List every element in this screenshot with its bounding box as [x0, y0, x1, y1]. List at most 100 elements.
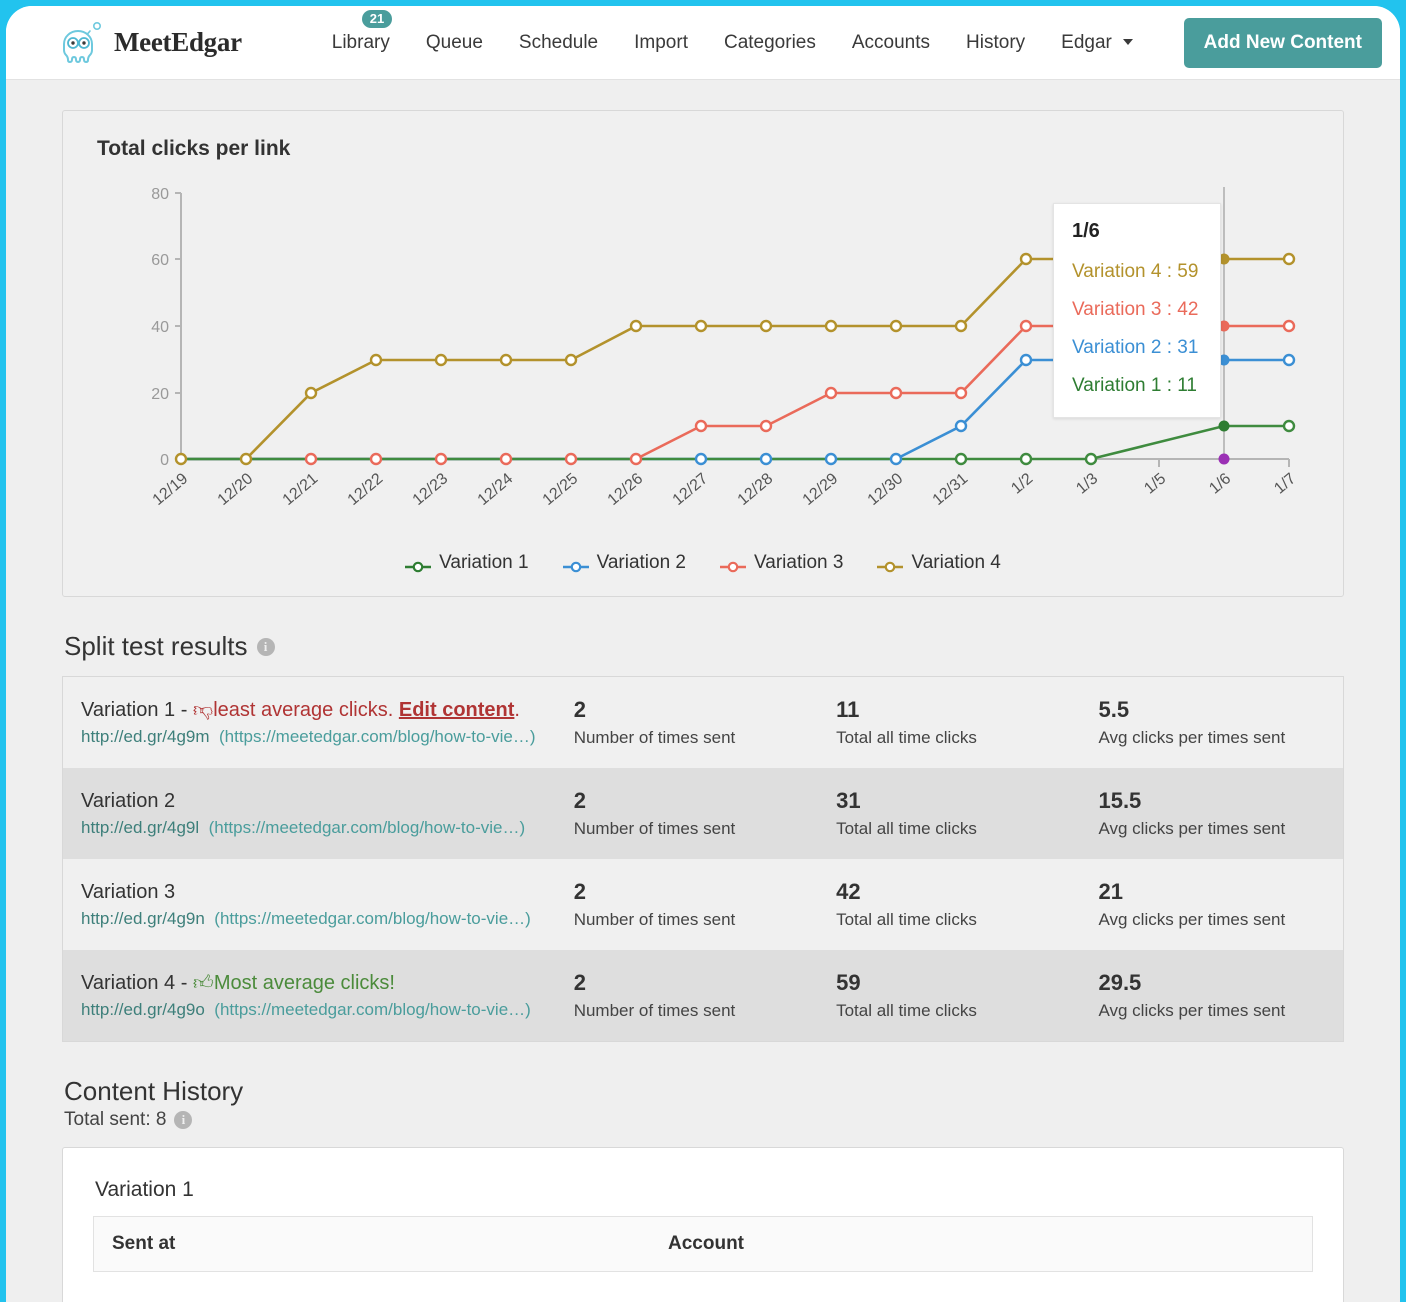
total-clicks-value: 31 [836, 788, 861, 813]
clicks-line-chart[interactable]: 80 60 40 20 0 12/19 12/20 12/21 12/22 12… [93, 175, 1315, 555]
legend-label: Variation 2 [596, 552, 686, 573]
page-content: Total clicks per link 80 60 40 20 0 12/1… [6, 80, 1400, 1302]
svg-text:12/30: 12/30 [865, 470, 907, 509]
variation-info: Variation 4 - 👍︎Most average clicks! htt… [81, 971, 574, 1020]
split-test-results-table: Variation 1 - 👎︎least average clicks. Ed… [62, 676, 1344, 1042]
nav-item-accounts-label: Accounts [851, 31, 931, 53]
avg-clicks-label: Avg clicks per times sent [1098, 1001, 1286, 1020]
total-clicks-label: Total all time clicks [836, 1001, 977, 1020]
legend-label: Variation 3 [754, 552, 844, 573]
times-sent-stat: 2 Number of times sent [574, 788, 836, 839]
add-new-content-button[interactable]: Add New Content [1183, 17, 1382, 68]
tooltip-row-variation-1: Variation 1 : 11 [1072, 375, 1197, 396]
avg-clicks-value: 29.5 [1098, 970, 1142, 995]
split-test-heading: Split test results i [64, 631, 1344, 662]
edit-content-link[interactable]: Edit content [399, 699, 515, 721]
table-row: Variation 4 - 👍︎Most average clicks! htt… [63, 950, 1343, 1041]
nav-item-library[interactable]: Library 21 [328, 9, 408, 60]
brand-name: MeetEdgar [114, 27, 242, 57]
chart-legend: Variation 1 Variation 2 Variation 3 Vari… [63, 552, 1343, 574]
svg-text:1/7: 1/7 [1271, 470, 1299, 497]
nav-item-queue[interactable]: Queue [408, 26, 501, 60]
tooltip-row-variation-4: Variation 4 : 59 [1072, 261, 1199, 282]
legend-label: Variation 4 [911, 552, 1001, 573]
times-sent-stat: 2 Number of times sent [574, 879, 836, 930]
avg-clicks-value: 21 [1098, 879, 1123, 904]
svg-text:12/28: 12/28 [735, 470, 777, 509]
avg-clicks-stat: 15.5 Avg clicks per times sent [1098, 788, 1325, 839]
column-header-sent-at: Sent at [112, 1233, 176, 1254]
nav-item-schedule[interactable]: Schedule [501, 26, 616, 60]
nav-item-accounts[interactable]: Accounts [834, 26, 948, 60]
table-row: Variation 2 http://ed.gr/4g9l (https://m… [63, 768, 1343, 859]
svg-text:12/20: 12/20 [215, 470, 257, 509]
svg-text:12/19: 12/19 [150, 470, 192, 509]
times-sent-label: Number of times sent [573, 1001, 736, 1020]
tooltip-date: 1/6 [1072, 220, 1100, 242]
variation-name-label: Variation 4 - [81, 972, 193, 994]
total-clicks-value: 11 [836, 697, 860, 722]
info-icon[interactable]: i [174, 1111, 193, 1129]
variation-status-text: Most average clicks! [213, 972, 395, 994]
avg-clicks-label: Avg clicks per times sent [1098, 910, 1286, 929]
legend-item-variation-1[interactable]: Variation 1 [405, 552, 529, 574]
svg-text:12/26: 12/26 [605, 470, 647, 509]
svg-text:12/23: 12/23 [410, 470, 452, 509]
legend-marker-icon [405, 557, 432, 573]
avg-clicks-label: Avg clicks per times sent [1098, 728, 1286, 747]
legend-item-variation-4[interactable]: Variation 4 [877, 552, 1001, 574]
avg-clicks-stat: 21 Avg clicks per times sent [1098, 879, 1325, 930]
svg-text:1/6: 1/6 [1206, 470, 1234, 497]
times-sent-label: Number of times sent [573, 819, 736, 838]
total-clicks-label: Total all time clicks [836, 819, 977, 838]
total-clicks-stat: 42 Total all time clicks [836, 879, 1098, 930]
legend-marker-icon [877, 557, 904, 573]
avg-clicks-value: 15.5 [1098, 788, 1142, 813]
total-clicks-stat: 31 Total all time clicks [836, 788, 1098, 839]
variation-name-label: Variation 1 - [81, 699, 193, 721]
browser-window: MeetEdgar Library 21 Queue Schedule Impo… [6, 6, 1400, 1302]
library-count-badge: 21 [361, 9, 393, 28]
svg-text:12/24: 12/24 [475, 470, 517, 509]
info-icon[interactable]: i [256, 637, 275, 656]
history-variation-label: Variation 1 [95, 1178, 194, 1201]
avg-clicks-stat: 29.5 Avg clicks per times sent [1098, 970, 1325, 1021]
tooltip-row-variation-2: Variation 2 : 31 [1072, 337, 1199, 358]
variation-name-label: Variation 2 [81, 789, 176, 812]
legend-item-variation-3[interactable]: Variation 3 [720, 552, 843, 574]
variation-info: Variation 3 http://ed.gr/4g9n (https://m… [81, 881, 574, 929]
avg-clicks-stat: 5.5 Avg clicks per times sent [1098, 697, 1325, 748]
times-sent-stat: 2 Number of times sent [574, 697, 836, 748]
logo[interactable]: MeetEdgar [56, 20, 242, 66]
short-url-link[interactable]: http://ed.gr/4g9m [81, 727, 210, 746]
avg-clicks-value: 5.5 [1098, 697, 1130, 722]
nav-links: Library 21 Queue Schedule Import Categor… [328, 9, 1170, 60]
svg-text:60: 60 [151, 252, 169, 269]
times-sent-label: Number of times sent [573, 910, 736, 929]
total-clicks-stat: 11 Total all time clicks [836, 697, 1098, 748]
variation-urls: http://ed.gr/4g9o (https://meetedgar.com… [81, 1000, 574, 1020]
variation-info: Variation 1 - 👎︎least average clicks. Ed… [81, 698, 574, 747]
chart-title: Total clicks per link [97, 137, 291, 160]
history-table-header: Sent at Account [94, 1217, 1312, 1271]
split-test-heading-label: Split test results [64, 631, 248, 661]
short-url-link[interactable]: http://ed.gr/4g9n [81, 909, 205, 928]
short-url-link[interactable]: http://ed.gr/4g9l [81, 818, 199, 837]
nav-item-import[interactable]: Import [616, 26, 706, 60]
nav-item-categories[interactable]: Categories [706, 26, 834, 60]
times-sent-value: 2 [573, 970, 586, 995]
long-url-text: (https://meetedgar.com/blog/how-to-vie…) [218, 727, 536, 746]
nav-item-edgar-dropdown[interactable]: Edgar [1043, 26, 1151, 60]
chevron-down-icon [1123, 39, 1134, 46]
svg-text:0: 0 [160, 452, 169, 469]
tooltip-row-variation-3: Variation 3 : 42 [1072, 299, 1199, 320]
nav-item-history[interactable]: History [948, 26, 1043, 60]
times-sent-value: 2 [573, 788, 586, 813]
legend-item-variation-2[interactable]: Variation 2 [562, 552, 686, 574]
long-url-text: (https://meetedgar.com/blog/how-to-vie…) [214, 908, 531, 928]
total-clicks-value: 42 [836, 879, 861, 904]
short-url-link[interactable]: http://ed.gr/4g9o [81, 1000, 205, 1019]
svg-text:1/2: 1/2 [1008, 470, 1036, 497]
variation-urls: http://ed.gr/4g9m (https://meetedgar.com… [81, 727, 574, 747]
variation-info: Variation 2 http://ed.gr/4g9l (https://m… [81, 790, 574, 838]
